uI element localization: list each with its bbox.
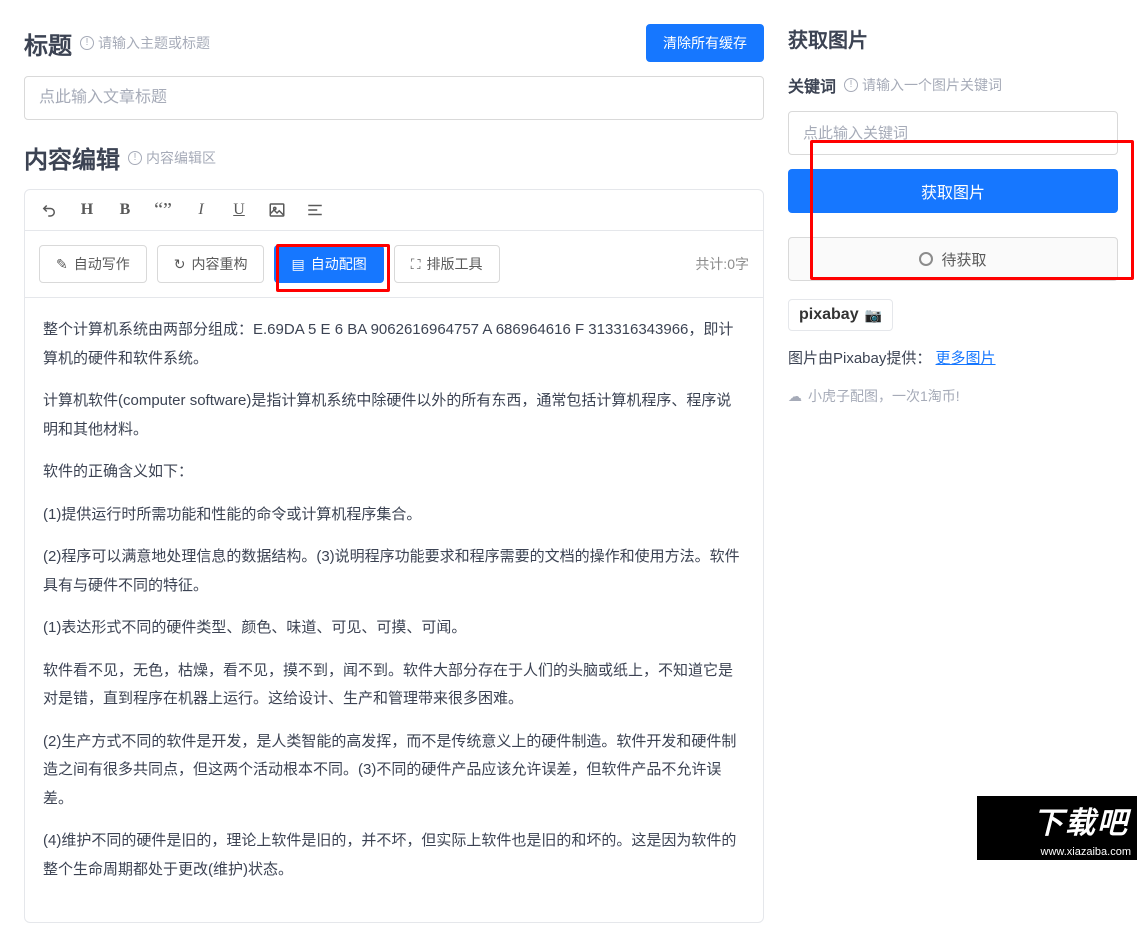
keyword-hint-text: 请输入一个图片关键词 [862,75,1002,95]
title-input[interactable] [24,76,764,120]
watermark-url: www.xiazaiba.com [977,844,1137,860]
content-heading-row: 内容编辑 ! 内容编辑区 [24,140,764,175]
main-column: 标题 ! 请输入主题或标题 清除所有缓存 内容编辑 ! 内容编辑区 H B “” [24,24,764,923]
paragraph: (1)提供运行时所需功能和性能的命令或计算机程序集合。 [43,501,745,530]
image-icon[interactable] [267,200,287,220]
bold-icon[interactable]: B [115,200,135,220]
paragraph: 计算机软件(computer software)是指计算机系统中除硬件以外的所有… [43,387,745,444]
content-hint: ! 内容编辑区 [128,148,216,168]
align-left-icon[interactable] [305,200,325,220]
pencil-icon [56,256,68,273]
watermark-title: 下载吧 [977,796,1137,844]
paragraph: 软件看不见，无色，枯燥，看不见，摸不到，闻不到。软件大部分存在于人们的头脑或纸上… [43,657,745,714]
clear-cache-button[interactable]: 清除所有缓存 [646,24,764,62]
credit-row: 图片由Pixabay提供： 更多图片 [788,347,1118,368]
info-icon: ! [80,36,94,50]
heading-icon[interactable]: H [77,200,97,220]
info-icon: ! [844,78,858,92]
keyword-hint: ! 请输入一个图片关键词 [844,75,1002,95]
paragraph: (4)维护不同的硬件是旧的，理论上软件是旧的，并不坏，但实际上软件也是旧的和坏的… [43,827,745,884]
title-heading: 标题 [24,26,72,61]
quote-icon[interactable]: “” [153,200,173,220]
title-hint: ! 请输入主题或标题 [80,33,210,53]
info-icon: ! [128,151,142,165]
underline-icon[interactable]: U [229,200,249,220]
title-hint-text: 请输入主题或标题 [98,33,210,53]
content-heading: 内容编辑 [24,140,120,175]
fetch-image-button[interactable]: 获取图片 [788,169,1118,213]
keyword-label-row: 关键词 ! 请输入一个图片关键词 [788,73,1118,97]
layout-tool-button[interactable]: 排版工具 [394,245,500,283]
credit-text: 图片由Pixabay提供： [788,350,931,367]
camera-icon: 📷 [865,307,882,324]
title-header-row: 标题 ! 请输入主题或标题 清除所有缓存 [24,24,764,62]
watermark: 下载吧 www.xiazaiba.com [977,796,1137,860]
paragraph: 整个计算机系统由两部分组成：E.69DA 5 E 6 BA 9062616964… [43,316,745,373]
word-count: 共计:0字 [695,254,749,274]
format-toolbar: H B “” I U [25,190,763,231]
layout-icon [291,256,304,273]
circle-icon [919,252,933,266]
paragraph: (2)生产方式不同的软件是开发，是人类智能的高发挥，而不是传统意义上的硬件制造。… [43,728,745,814]
footer-note: 小虎子配图，一次1淘币! [788,386,1118,406]
undo-icon[interactable] [39,200,59,220]
auto-write-button[interactable]: 自动写作 [39,245,147,283]
content-hint-text: 内容编辑区 [146,148,216,168]
paragraph: (2)程序可以满意地处理信息的数据结构。(3)说明程序功能要求和程序需要的文档的… [43,543,745,600]
status-text: 待获取 [941,249,986,270]
reload-icon [174,256,186,273]
italic-icon[interactable]: I [191,200,211,220]
sidebar-column: 获取图片 关键词 ! 请输入一个图片关键词 获取图片 待获取 pixabay 📷… [788,24,1118,923]
paragraph: 软件的正确含义如下： [43,458,745,487]
auto-image-button[interactable]: 自动配图 [274,245,383,283]
editor-body[interactable]: 整个计算机系统由两部分组成：E.69DA 5 E 6 BA 9062616964… [25,298,763,922]
cloud-icon [788,388,802,405]
pixabay-badge: pixabay 📷 [788,299,893,331]
keyword-label: 关键词 [788,73,836,97]
action-toolbar: 自动写作 内容重构 自动配图 排版工具 共计:0字 [25,231,763,298]
paragraph: (1)表达形式不同的硬件类型、颜色、味道、可见、可摸、可闻。 [43,614,745,643]
status-pending: 待获取 [788,237,1118,281]
editor-card: H B “” I U 自动写作 内容重构 自动配图 排版工具 共计:0字 整个计… [24,189,764,923]
sidebar-heading: 获取图片 [788,24,1118,53]
pixabay-name: pixabay [799,306,859,324]
restructure-button[interactable]: 内容重构 [157,245,265,283]
footer-note-text: 小虎子配图，一次1淘币! [808,386,960,406]
more-images-link[interactable]: 更多图片 [936,350,996,367]
keyword-input[interactable] [788,111,1118,155]
grid-icon [411,256,421,273]
